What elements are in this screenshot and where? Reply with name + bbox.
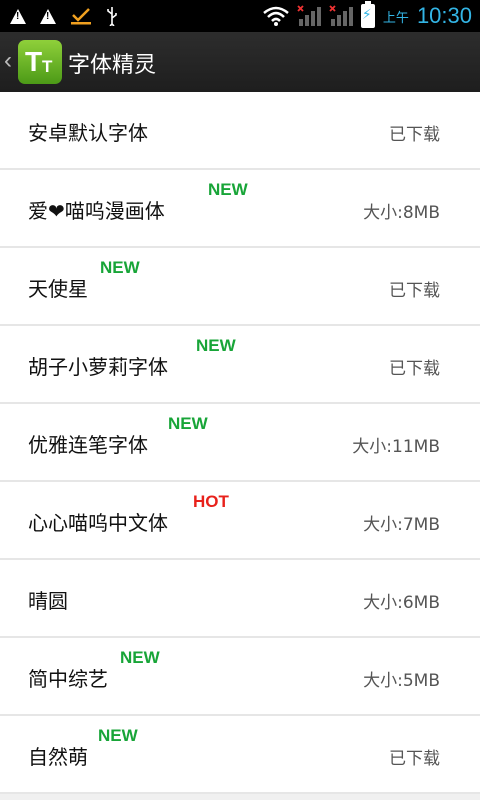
battery-charging-icon (360, 1, 375, 28)
font-list-item[interactable]: 晴圆 大小:6MB (0, 560, 480, 638)
font-name: 简中综艺 (28, 667, 108, 691)
status-time: 10:30 (416, 3, 472, 28)
font-list-item[interactable]: 安卓默认字体 已下载 (0, 92, 480, 170)
font-status: 已下载 (389, 125, 440, 145)
warning-icon (10, 8, 26, 24)
new-badge: NEW (196, 336, 236, 355)
font-status: 大小:6MB (363, 593, 440, 613)
font-status: 已下载 (389, 281, 440, 301)
usb-icon (107, 7, 117, 26)
font-status: 已下载 (389, 359, 440, 379)
font-list-item[interactable]: 简中综艺 NEW 大小:5MB (0, 638, 480, 716)
font-list-item[interactable]: 心心喵呜中文体 HOT 大小:7MB (0, 482, 480, 560)
signal-no-sim-icon (297, 5, 321, 26)
hot-badge: HOT (193, 492, 229, 511)
status-ampm: 上午 (382, 10, 409, 26)
warning-icon-2 (40, 8, 56, 24)
font-name: 安卓默认字体 (28, 121, 148, 145)
font-status: 大小:8MB (363, 203, 440, 223)
font-list-item[interactable]: 自然萌 NEW 已下载 (0, 716, 480, 794)
font-name: 胡子小萝莉字体 (28, 355, 168, 379)
new-badge: NEW (120, 648, 160, 667)
download-complete-icon (71, 8, 91, 25)
font-list-item[interactable]: 爱❤喵呜漫画体 NEW 大小:8MB (0, 170, 480, 248)
font-name: 爱❤喵呜漫画体 (28, 199, 165, 223)
font-status: 已下载 (389, 749, 440, 769)
font-status: 大小:5MB (363, 671, 440, 691)
new-badge: NEW (208, 180, 248, 199)
action-bar: ‹ T T 字体精灵 (0, 32, 480, 92)
font-name: 晴圆 (28, 589, 68, 613)
status-bar: 上午 10:30 (0, 0, 480, 32)
font-name: 自然萌 (28, 745, 88, 769)
font-name: 天使星 (28, 277, 88, 301)
new-badge: NEW (168, 414, 208, 433)
app-title: 字体精灵 (68, 53, 157, 78)
back-chevron-icon[interactable]: ‹ (4, 47, 12, 75)
font-name: 优雅连笔字体 (28, 433, 148, 457)
font-name: 心心喵呜中文体 (28, 511, 168, 535)
font-list-item[interactable]: 优雅连笔字体 NEW 大小:11MB (0, 404, 480, 482)
signal-no-sim-2-icon (329, 5, 353, 26)
app-icon[interactable]: T T (18, 40, 62, 84)
font-list: 安卓默认字体 已下载 爱❤喵呜漫画体 NEW 大小:8MB 天使星 NEW 已下载 胡子小萝莉字… (0, 92, 480, 794)
font-status: 大小:11MB (352, 437, 440, 457)
font-status: 大小:7MB (363, 515, 440, 535)
font-list-item[interactable]: 胡子小萝莉字体 NEW 已下载 (0, 326, 480, 404)
new-badge: NEW (100, 258, 140, 277)
font-list-item[interactable]: 天使星 NEW 已下载 (0, 248, 480, 326)
wifi-icon (263, 6, 289, 26)
new-badge: NEW (98, 726, 138, 745)
